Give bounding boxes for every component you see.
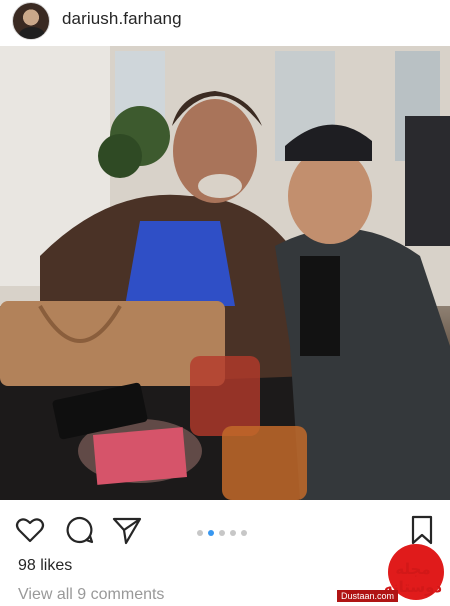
site-watermark: مجله دوستانه Dustaan.com [328, 544, 450, 606]
post-photo[interactable] [0, 46, 450, 500]
view-comments-link[interactable]: View all 9 comments [18, 586, 164, 604]
carousel-dot [230, 530, 236, 536]
post-header: dariush.farhang [0, 0, 450, 44]
username-link[interactable]: dariush.farhang [62, 9, 182, 29]
carousel-indicator [197, 530, 247, 536]
watermark-url: Dustaan.com [336, 590, 398, 602]
comment-bubble-icon[interactable] [64, 514, 96, 546]
paper-plane-icon[interactable] [111, 514, 143, 546]
photo-illustration [0, 46, 450, 500]
bookmark-icon[interactable] [406, 514, 438, 546]
carousel-dot [241, 530, 247, 536]
carousel-dot-active [208, 530, 214, 536]
profile-avatar[interactable] [12, 2, 50, 40]
carousel-dot [219, 530, 225, 536]
likes-count[interactable]: 98 likes [18, 557, 72, 575]
heart-icon[interactable] [14, 514, 46, 546]
carousel-dot [197, 530, 203, 536]
